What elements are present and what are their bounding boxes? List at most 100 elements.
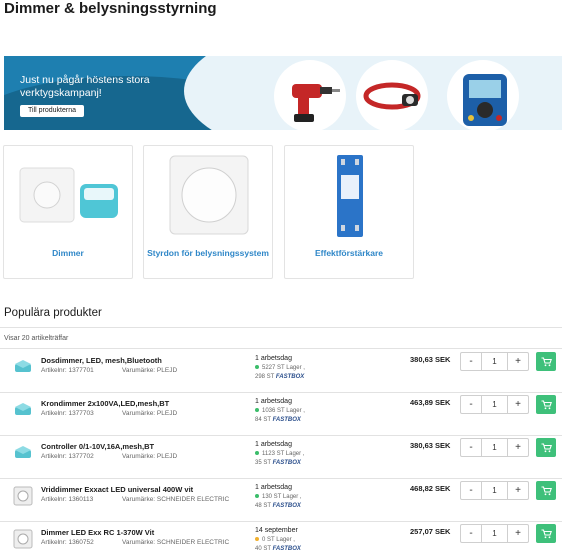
price: 380,63 SEK xyxy=(410,355,451,364)
delivery-time: 1 arbetsdag xyxy=(255,398,292,405)
fastbox-label: FASTBOX xyxy=(272,503,301,509)
category-amplifier[interactable]: Effektförstärkare xyxy=(284,145,414,279)
quantity-input[interactable]: 1 xyxy=(481,396,508,413)
stock-dot xyxy=(255,537,259,542)
decrement-button[interactable]: - xyxy=(461,439,481,456)
product-name[interactable]: Dosdimmer, LED, mesh,Bluetooth xyxy=(41,356,162,365)
quantity-input[interactable]: 1 xyxy=(481,439,508,456)
cart-icon xyxy=(541,442,552,452)
product-name[interactable]: Krondimmer 2x100VA,LED,mesh,BT xyxy=(41,399,169,408)
quantity-input[interactable]: 1 xyxy=(481,353,508,370)
brand: Varumärke: PLEJD xyxy=(122,453,178,460)
decrement-button[interactable]: - xyxy=(461,482,481,499)
stock-status: 130 ST Lager , xyxy=(255,494,302,500)
fastbox-count: 48 ST xyxy=(255,503,271,509)
stock-text: 1036 ST Lager , xyxy=(262,408,305,414)
product-row[interactable]: Controller 0/1-10V,16A,mesh,BT Artikelnr:… xyxy=(0,436,562,480)
fastbox-label: FASTBOX xyxy=(272,546,301,552)
stock-status: 1036 ST Lager , xyxy=(255,408,305,414)
category-dimmer[interactable]: Dimmer xyxy=(3,145,133,279)
stock-text: 130 ST Lager , xyxy=(262,494,302,500)
quantity-stepper[interactable]: -1 + xyxy=(460,395,529,414)
price: 468,82 SEK xyxy=(410,484,451,493)
category-label: Effektförstärkare xyxy=(314,248,384,258)
increment-button[interactable]: + xyxy=(508,525,528,542)
product-thumbnail-icon[interactable] xyxy=(12,399,34,421)
article-number: Artikelnr: 1377701 xyxy=(41,367,94,374)
add-to-cart-button[interactable] xyxy=(536,524,556,543)
din-module-icon xyxy=(337,155,363,237)
product-thumbnail-icon[interactable] xyxy=(12,528,34,550)
banner-text: Just nu pågår höstens stora verktygskamp… xyxy=(20,74,150,99)
stock-text: 0 ST Lager , xyxy=(262,537,295,543)
fastbox-count: 35 ST xyxy=(255,460,271,466)
fastbox-stock: 48 ST FASTBOX xyxy=(255,503,301,509)
add-to-cart-button[interactable] xyxy=(536,352,556,371)
page-title: Dimmer & belysningsstyrning xyxy=(4,0,217,17)
quantity-input[interactable]: 1 xyxy=(481,525,508,542)
product-thumbnail-icon[interactable] xyxy=(12,485,34,507)
divider xyxy=(0,348,562,349)
drill-icon xyxy=(274,60,346,130)
product-name[interactable]: Vriddimmer Exxact LED universal 400W vit xyxy=(41,485,193,494)
control-panel-icon xyxy=(169,155,249,235)
product-row[interactable]: Vriddimmer Exxact LED universal 400W vit… xyxy=(0,479,562,523)
product-name[interactable]: Dimmer LED Exx RC 1-370W Vit xyxy=(41,528,154,537)
cart-icon xyxy=(541,356,552,366)
article-number: Artikelnr: 1360113 xyxy=(41,496,94,503)
article-number: Artikelnr: 1360752 xyxy=(41,539,94,546)
stock-dot xyxy=(255,408,259,413)
article-number: Artikelnr: 1377703 xyxy=(41,410,94,417)
category-control[interactable]: Styrdon för belysningssystem xyxy=(143,145,273,279)
add-to-cart-button[interactable] xyxy=(536,395,556,414)
price: 257,07 SEK xyxy=(410,527,451,536)
promo-banner[interactable]: Just nu pågår höstens stora verktygskamp… xyxy=(4,56,562,130)
banner-button[interactable]: Till produkterna xyxy=(20,105,84,117)
increment-button[interactable]: + xyxy=(508,482,528,499)
decrement-button[interactable]: - xyxy=(461,396,481,413)
quantity-stepper[interactable]: -1 + xyxy=(460,438,529,457)
quantity-stepper[interactable]: -1 + xyxy=(460,352,529,371)
delivery-time: 14 september xyxy=(255,527,298,534)
divider xyxy=(0,327,562,328)
decrement-button[interactable]: - xyxy=(461,525,481,542)
quantity-stepper[interactable]: -1 + xyxy=(460,524,529,543)
add-to-cart-button[interactable] xyxy=(536,481,556,500)
stock-dot xyxy=(255,451,259,456)
stock-text: 1123 ST Lager , xyxy=(262,451,305,457)
product-row[interactable]: Dosdimmer, LED, mesh,Bluetooth Artikelnr:… xyxy=(0,350,562,394)
fastbox-count: 298 ST xyxy=(255,374,275,380)
stock-status: 1123 ST Lager , xyxy=(255,451,304,457)
delivery-time: 1 arbetsdag xyxy=(255,355,292,362)
fastbox-label: FASTBOX xyxy=(275,374,305,380)
product-thumbnail-icon[interactable] xyxy=(12,442,34,464)
product-thumbnail-icon[interactable] xyxy=(12,356,34,378)
increment-button[interactable]: + xyxy=(508,439,528,456)
stock-dot xyxy=(255,494,259,499)
headlamp-icon xyxy=(356,60,428,130)
product-row[interactable]: Dimmer LED Exx RC 1-370W Vit Artikelnr: 1… xyxy=(0,522,562,554)
quantity-stepper[interactable]: -1 + xyxy=(460,481,529,500)
brand: Varumärke: SCHNEIDER ELECTRIC xyxy=(122,496,230,503)
cart-icon xyxy=(541,399,552,409)
cart-icon xyxy=(541,528,552,538)
product-name[interactable]: Controller 0/1-10V,16A,mesh,BT xyxy=(41,442,154,451)
decrement-button[interactable]: - xyxy=(461,353,481,370)
category-label: Styrdon för belysningssystem xyxy=(147,248,269,258)
price: 380,63 SEK xyxy=(410,441,451,450)
increment-button[interactable]: + xyxy=(508,353,528,370)
delivery-time: 1 arbetsdag xyxy=(255,484,292,491)
fastbox-stock: 84 ST FASTBOX xyxy=(255,417,301,423)
article-number: Artikelnr: 1377702 xyxy=(41,453,94,460)
add-to-cart-button[interactable] xyxy=(536,438,556,457)
product-row[interactable]: Krondimmer 2x100VA,LED,mesh,BT Artikelnr:… xyxy=(0,393,562,437)
quantity-input[interactable]: 1 xyxy=(481,482,508,499)
increment-button[interactable]: + xyxy=(508,396,528,413)
brand: Varumärke: PLEJD xyxy=(122,367,178,374)
category-label: Dimmer xyxy=(52,248,84,258)
cart-icon xyxy=(541,485,552,495)
dimmer-icon xyxy=(19,167,118,223)
fastbox-stock: 35 ST FASTBOX xyxy=(255,460,301,466)
fastbox-stock: 298 ST FASTBOX xyxy=(255,374,304,380)
stock-status: 5227 ST Lager , xyxy=(255,365,305,371)
